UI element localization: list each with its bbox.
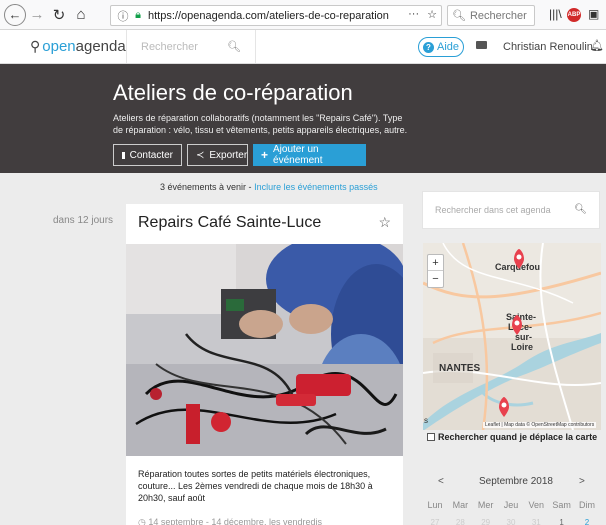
calendar-week-row: 27 28 29 30 31 1 2 <box>422 518 600 525</box>
map-label-loire: Loire <box>511 342 533 352</box>
home-icon[interactable]: ⌂ <box>70 4 92 26</box>
search-on-move-toggle[interactable]: Rechercher quand je déplace la carte <box>427 432 597 442</box>
address-url[interactable]: https://openagenda.com/ateliers-de-co-re… <box>148 10 389 22</box>
weekday-label: Mar <box>452 500 469 510</box>
search-icon[interactable]: 🔍︎ <box>227 40 241 53</box>
site-search-placeholder: Rechercher <box>141 40 198 53</box>
calendar-day[interactable]: 2 <box>576 518 598 525</box>
zoom-out-button[interactable]: − <box>428 271 443 287</box>
contact-button[interactable]: Contacter <box>113 144 182 166</box>
agenda-banner: Ateliers de co-réparation Ateliers de ré… <box>0 64 606 173</box>
plus-icon: + <box>261 148 269 162</box>
map-attribution[interactable]: Leaflet | Map data © OpenStreetMap contr… <box>483 422 597 428</box>
openagenda-logo[interactable]: ⚲ open agenda <box>30 38 126 55</box>
help-button[interactable]: ? Aide <box>418 37 464 57</box>
map-label-nantes: NANTES <box>439 363 480 374</box>
weekday-label: Sam <box>552 500 571 510</box>
bell-icon[interactable]: 🔔︎ <box>590 39 604 52</box>
events-count: 3 événements à venir - Inclure les événe… <box>160 182 378 192</box>
event-description: Réparation toutes sortes de petits matér… <box>138 469 373 503</box>
weekday-label: Lun <box>427 500 443 510</box>
agenda-description: Ateliers de réparation collaboratifs (no… <box>113 113 408 135</box>
info-icon[interactable]: ⓘ <box>115 8 131 24</box>
bookmark-star-icon[interactable]: ☆ <box>427 8 437 21</box>
weekday-label: Mer <box>477 500 494 510</box>
event-photo[interactable] <box>126 244 403 456</box>
calendar-month: Septembre 2018 <box>479 476 553 487</box>
search-on-move-checkbox[interactable] <box>427 433 435 441</box>
export-button[interactable]: ≺ Exporter <box>187 144 248 166</box>
event-card[interactable]: Repairs Café Sainte-Luce ☆ Réparation to… <box>126 204 403 525</box>
calendar-next-button[interactable]: > <box>579 476 585 487</box>
clock-icon: ◷ <box>138 517 146 525</box>
star-icon[interactable]: ☆ <box>378 214 391 231</box>
zoom-in-button[interactable]: + <box>428 255 443 271</box>
calendar-day[interactable]: 27 <box>424 518 446 525</box>
page-actions-menu-icon[interactable]: ··· <box>408 8 419 21</box>
forward-icon[interactable]: → <box>26 4 48 26</box>
calendar-day[interactable]: 1 <box>551 518 573 525</box>
site-header: ⚲ open agenda Rechercher 🔍︎ ? Aide Christ… <box>0 30 606 64</box>
weekday-label: Dim <box>578 500 595 510</box>
agenda-title: Ateliers de co-réparation <box>113 80 353 105</box>
calendar-day[interactable]: 29 <box>475 518 497 525</box>
question-icon: ? <box>422 41 434 53</box>
add-event-button[interactable]: + Ajouter un événement <box>253 144 366 166</box>
event-dates: ◷ 14 septembre - 14 décembre, les vendre… <box>138 517 322 525</box>
browser-toolbar: ← → ↻ ⌂ ⓘ 🔒︎ https://openagenda.com/atel… <box>0 0 606 30</box>
calendar-day[interactable]: 31 <box>525 518 547 525</box>
search-icon: 🔍︎ <box>452 10 466 22</box>
sidebar-icon[interactable]: ▣ <box>588 7 599 21</box>
map-label-edge: s <box>424 416 428 425</box>
calendar-prev-button[interactable]: < <box>438 476 444 487</box>
user-menu[interactable]: Christian Renoulin <box>503 41 593 53</box>
event-relative-date: dans 12 jours <box>53 215 114 226</box>
mail-icon[interactable] <box>476 41 487 49</box>
map-zoom-control: + − <box>427 254 444 288</box>
calendar-day[interactable]: 30 <box>500 518 522 525</box>
lock-icon: 🔒︎ <box>135 9 141 21</box>
site-search-input[interactable]: Rechercher 🔍︎ <box>126 30 256 63</box>
share-icon: ≺ <box>196 149 205 161</box>
browser-search-input[interactable]: 🔍︎ Rechercher <box>447 5 535 26</box>
reload-icon[interactable]: ↻ <box>48 4 70 26</box>
library-icon[interactable]: |||\ <box>549 7 562 21</box>
calendar-day[interactable]: 28 <box>449 518 471 525</box>
event-title[interactable]: Repairs Café Sainte-Luce <box>138 214 321 232</box>
events-map[interactable]: Carquefou Sainte- Luce- sur- Loire NANTE… <box>423 243 601 430</box>
agenda-search-input[interactable]: Rechercher dans cet agenda 🔍︎ <box>422 191 600 229</box>
search-icon[interactable]: 🔍︎ <box>574 204 587 215</box>
location-pin-icon: ⚲ <box>30 38 41 54</box>
browser-search-placeholder: Rechercher <box>469 9 527 22</box>
agenda-search-placeholder: Rechercher dans cet agenda <box>435 205 551 215</box>
include-past-events-link[interactable]: Inclure les événements passés <box>254 182 378 192</box>
weekday-label: Jeu <box>503 500 519 510</box>
adblock-icon[interactable]: ABP <box>567 8 581 22</box>
weekday-label: Ven <box>528 500 545 510</box>
envelope-icon <box>122 151 125 159</box>
address-bar[interactable]: ⓘ 🔒︎ https://openagenda.com/ateliers-de-… <box>110 5 442 26</box>
calendar: < Septembre 2018 > Lun Mar Mer Jeu Ven S… <box>422 465 600 525</box>
back-icon[interactable]: ← <box>4 3 26 26</box>
calendar-weekdays: Lun Mar Mer Jeu Ven Sam Dim <box>422 500 600 510</box>
